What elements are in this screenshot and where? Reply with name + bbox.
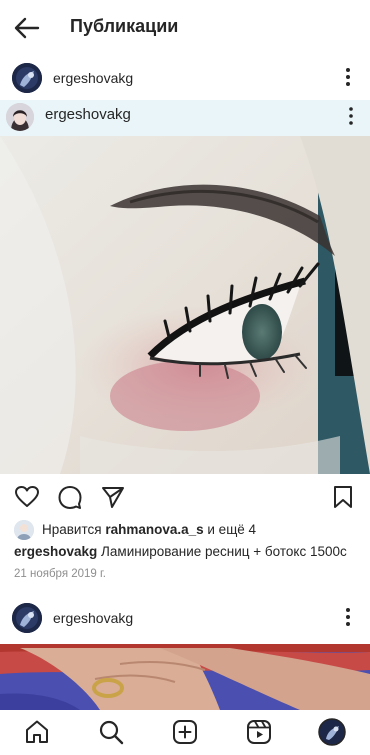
bookmark-icon bbox=[334, 486, 352, 508]
post-username[interactable]: ergeshovakg bbox=[53, 70, 133, 86]
embedded-avatar bbox=[6, 103, 34, 131]
likes-suffix: и ещё 4 bbox=[203, 522, 257, 537]
eye-photo bbox=[0, 136, 370, 474]
avatar[interactable] bbox=[12, 603, 42, 633]
nav-create[interactable] bbox=[171, 718, 199, 746]
post-caption: ergeshovakg Ламинирование ресниц + боток… bbox=[14, 544, 364, 559]
save-button[interactable] bbox=[330, 484, 356, 510]
profile-avatar bbox=[318, 718, 346, 746]
nav-search[interactable] bbox=[97, 718, 125, 746]
avatar[interactable] bbox=[12, 63, 42, 93]
more-vertical-icon bbox=[344, 105, 358, 127]
search-icon bbox=[99, 720, 124, 745]
more-vertical-icon bbox=[346, 608, 350, 626]
back-button[interactable] bbox=[12, 14, 42, 42]
page-title: Публикации bbox=[70, 16, 179, 36]
bottom-navigation bbox=[0, 710, 370, 755]
post-header: ergeshovakg bbox=[0, 58, 370, 100]
post-username[interactable]: ergeshovakg bbox=[53, 610, 133, 626]
caption-username[interactable]: ergeshovakg bbox=[14, 544, 97, 559]
more-vertical-icon bbox=[346, 68, 350, 86]
liker-username[interactable]: rahmanova.a_s bbox=[105, 522, 203, 537]
nav-profile[interactable] bbox=[318, 718, 346, 746]
more-options-button[interactable] bbox=[340, 66, 356, 88]
create-icon bbox=[173, 720, 197, 744]
share-button[interactable] bbox=[100, 484, 126, 510]
reels-icon bbox=[247, 720, 271, 744]
share-icon bbox=[102, 487, 124, 508]
post-header: ergeshovakg bbox=[0, 598, 370, 640]
embedded-post-header: ergeshovakg bbox=[0, 100, 370, 136]
home-icon bbox=[26, 720, 48, 743]
embedded-username: ergeshovakg bbox=[45, 106, 131, 123]
likes-row[interactable]: Нравится rahmanova.a_s и ещё 4 bbox=[0, 518, 370, 542]
likes-text: Нравится rahmanova.a_s и ещё 4 bbox=[42, 522, 256, 537]
post-image[interactable] bbox=[0, 644, 370, 710]
arrow-left-icon bbox=[14, 17, 40, 39]
comment-icon bbox=[58, 486, 82, 509]
hands-photo bbox=[0, 644, 370, 710]
nav-reels[interactable] bbox=[245, 718, 273, 746]
nav-home[interactable] bbox=[23, 718, 51, 746]
post-actions bbox=[0, 480, 370, 514]
more-options-button[interactable] bbox=[340, 606, 356, 628]
comment-button[interactable] bbox=[57, 484, 83, 510]
likes-prefix: Нравится bbox=[42, 522, 106, 537]
like-button[interactable] bbox=[14, 484, 40, 510]
post-image[interactable]: ergeshovakg bbox=[0, 100, 370, 474]
heart-icon bbox=[15, 486, 39, 507]
liker-avatar bbox=[14, 520, 34, 540]
post-date: 21 ноября 2019 г. bbox=[14, 568, 106, 580]
caption-text: Ламинирование ресниц + ботокс 1500с bbox=[97, 544, 347, 559]
top-bar: Публикации bbox=[0, 0, 370, 56]
